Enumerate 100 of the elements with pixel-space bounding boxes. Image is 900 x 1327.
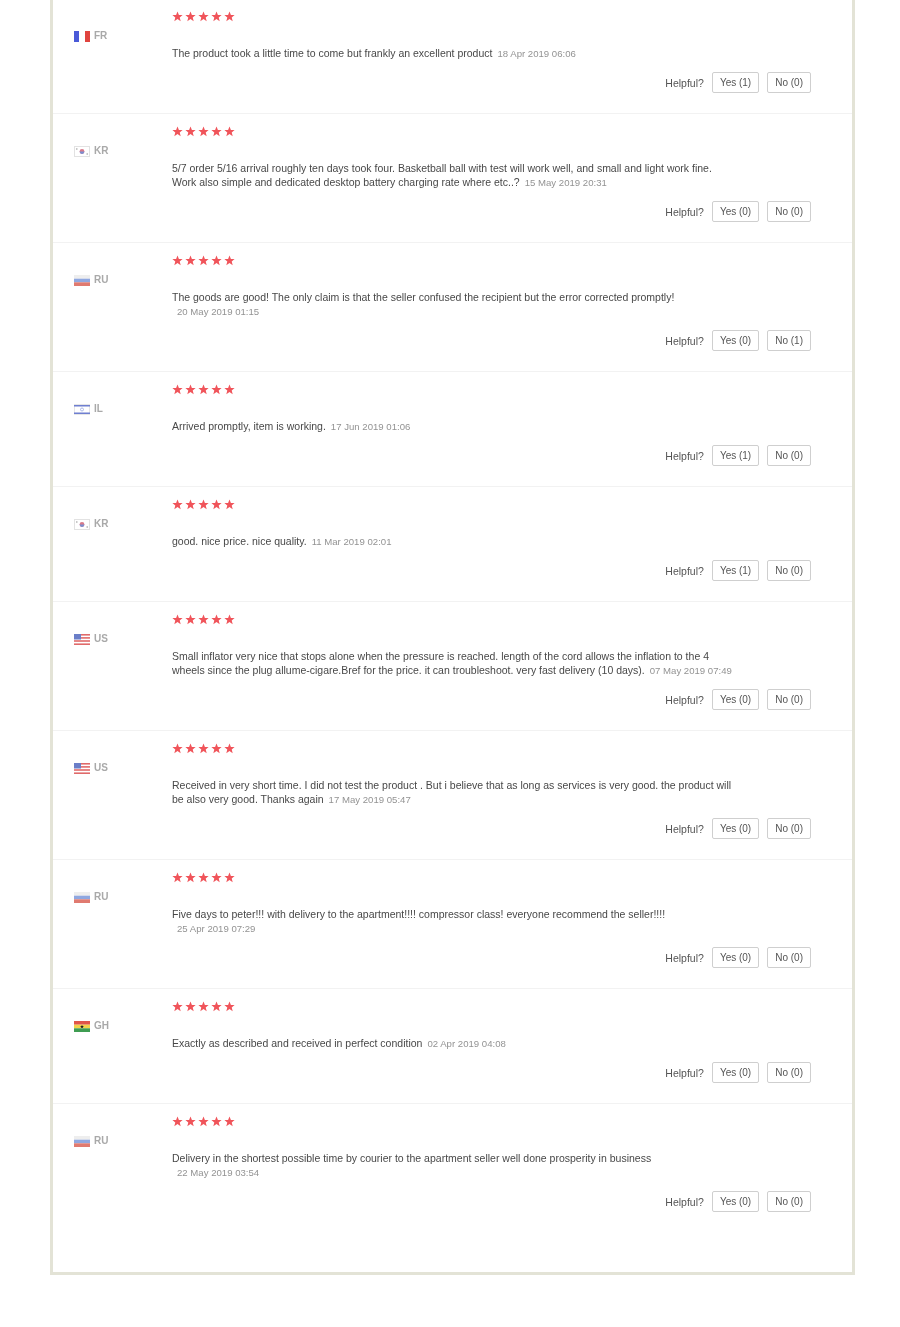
country-code: IL [94, 403, 103, 415]
star-icon [224, 871, 235, 883]
star-icon [185, 125, 196, 137]
helpful-label: Helpful? [665, 205, 704, 218]
country-code: FR [94, 30, 108, 42]
no-button[interactable]: No (0) [767, 1191, 811, 1212]
star-icon [224, 742, 235, 754]
country-code: GH [94, 1020, 109, 1032]
star-icon [172, 871, 183, 883]
helpful-label: Helpful? [665, 564, 704, 577]
star-icon [211, 742, 222, 754]
star-icon [224, 10, 235, 22]
no-button[interactable]: No (0) [767, 689, 811, 710]
helpful-label: Helpful? [665, 693, 704, 706]
yes-button[interactable]: Yes (0) [711, 330, 760, 351]
star-icon [185, 871, 196, 883]
helpful-label: Helpful? [665, 1066, 704, 1079]
yes-button[interactable]: Yes (0) [711, 1191, 760, 1212]
review-text: Delivery in the shortest possible time by courier to the apartment seller well done prosperity in business 22 May 2019 03:54 [172, 1151, 653, 1180]
review-text: Five days to peter!!! with delivery to the apartment!!!! compressor class! everyone recommend the seller!!!! 25 Apr 2019 07:29 [172, 907, 667, 936]
yes-button[interactable]: Yes (0) [711, 1062, 760, 1083]
flag-icon [74, 1135, 90, 1147]
flag-icon [74, 145, 90, 157]
star-icon [211, 613, 222, 625]
helpful-label: Helpful? [665, 822, 704, 835]
star-icon [185, 498, 196, 510]
country-code: US [94, 762, 108, 774]
star-icon [198, 383, 209, 395]
star-icon [185, 1115, 196, 1127]
no-button[interactable]: No (0) [767, 560, 811, 581]
star-icon [224, 613, 235, 625]
review-text: The goods are good! The only claim is that the seller confused the recipient but the error corrected promptly! 20 May 2019 01:15 [172, 290, 676, 319]
no-button[interactable]: No (1) [767, 330, 811, 351]
star-icon [185, 383, 196, 395]
star-icon [211, 125, 222, 137]
flag-icon [74, 274, 90, 286]
flag-icon [74, 633, 90, 645]
country-code: KR [94, 518, 109, 530]
review-text: 5/7 order 5/16 arrival roughly ten days took four. Basketball ball with test will work well, and small and light work fine. Work also simple and dedicated desktop battery charging rate where etc..? 15 May 2019 20:31 [172, 161, 713, 190]
star-icon [198, 742, 209, 754]
yes-button[interactable]: Yes (1) [711, 445, 760, 466]
flag-icon [74, 518, 90, 530]
no-button[interactable]: No (0) [767, 947, 811, 968]
review-text: The product took a little time to come but frankly an excellent product 18 Apr 2019 06:06 [172, 46, 576, 61]
star-icon [211, 498, 222, 510]
helpful-label: Helpful? [665, 449, 704, 462]
yes-button[interactable]: Yes (1) [711, 72, 760, 93]
no-button[interactable]: No (0) [767, 1062, 811, 1083]
yes-button[interactable]: Yes (0) [711, 201, 760, 222]
helpful-label: Helpful? [665, 334, 704, 347]
flag-icon [74, 762, 90, 774]
yes-button[interactable]: Yes (0) [711, 818, 760, 839]
star-icon [198, 871, 209, 883]
star-icon [172, 254, 183, 266]
star-icon [211, 1000, 222, 1012]
yes-button[interactable]: Yes (0) [711, 689, 760, 710]
review-text: Arrived promptly, item is working. 17 Jun 2019 01:06 [172, 419, 411, 434]
star-icon [224, 1000, 235, 1012]
star-icon [224, 498, 235, 510]
star-icon [211, 254, 222, 266]
yes-button[interactable]: Yes (0) [711, 947, 760, 968]
country-code: RU [94, 1135, 109, 1147]
review-text: good. nice price. nice quality. 11 Mar 2019 02:01 [172, 534, 392, 549]
flag-icon [74, 403, 90, 415]
star-icon [185, 742, 196, 754]
star-icon [185, 613, 196, 625]
star-icon [172, 613, 183, 625]
star-icon [211, 871, 222, 883]
no-button[interactable]: No (0) [767, 818, 811, 839]
flag-icon [74, 891, 90, 903]
star-icon [172, 1000, 183, 1012]
flag-icon [74, 1020, 90, 1032]
star-icon [198, 1000, 209, 1012]
helpful-label: Helpful? [665, 76, 704, 89]
helpful-label: Helpful? [665, 1195, 704, 1208]
star-icon [198, 125, 209, 137]
star-icon [198, 613, 209, 625]
yes-button[interactable]: Yes (1) [711, 560, 760, 581]
star-icon [224, 383, 235, 395]
star-icon [211, 1115, 222, 1127]
no-button[interactable]: No (0) [767, 201, 811, 222]
star-icon [172, 383, 183, 395]
no-button[interactable]: No (0) [767, 72, 811, 93]
star-icon [211, 383, 222, 395]
star-icon [224, 125, 235, 137]
review-text: Exactly as described and received in perfect condition 02 Apr 2019 04:08 [172, 1036, 506, 1051]
star-icon [185, 1000, 196, 1012]
star-icon [198, 254, 209, 266]
no-button[interactable]: No (0) [767, 445, 811, 466]
flag-icon [74, 30, 90, 42]
star-icon [172, 742, 183, 754]
review-text: Small inflator very nice that stops alone when the pressure is reached. length of the cord allows the inflation to the 4 wheels since the plug allume-cigare.Bref for the price. it can troubleshoot. very fast delivery (10 days). 07 May 2019 07:49 [172, 649, 733, 678]
star-icon [185, 10, 196, 22]
star-icon [185, 254, 196, 266]
star-icon [198, 498, 209, 510]
country-code: KR [94, 145, 109, 157]
country-code: RU [94, 274, 109, 286]
star-icon [224, 1115, 235, 1127]
star-icon [198, 10, 209, 22]
star-icon [198, 1115, 209, 1127]
